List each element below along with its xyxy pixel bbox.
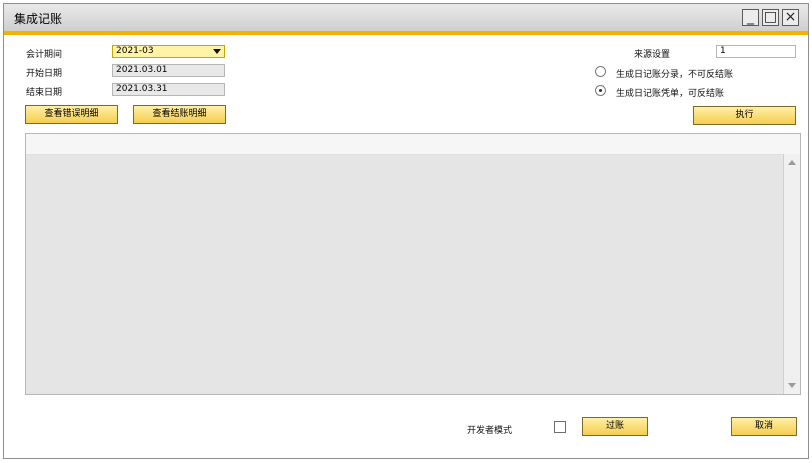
integration-posting-window: 集成记账 _ □ × 会计期间 2021-03 开始日期 2021.03.01 … (3, 3, 809, 459)
title-accent-bar (4, 31, 808, 35)
view-closing-button[interactable]: 查看结账明细 (133, 105, 226, 124)
radio-selected-dot (599, 89, 602, 92)
window-title: 集成记账 (14, 12, 63, 26)
developer-mode-checkbox[interactable] (554, 421, 566, 433)
title-bar: 集成记账 _ □ × (4, 4, 808, 31)
maximize-icon: □ (763, 9, 778, 25)
source-settings-label: 来源设置 (634, 50, 671, 60)
period-value: 2021-03 (116, 46, 154, 56)
period-label: 会计期间 (26, 50, 63, 60)
minimize-button[interactable]: _ (742, 9, 759, 26)
vertical-scrollbar[interactable] (783, 154, 800, 394)
chevron-down-icon[interactable] (213, 49, 221, 54)
start-date-field: 2021.03.01 (112, 64, 225, 77)
maximize-button[interactable]: □ (762, 9, 779, 26)
execute-button[interactable]: 执行 (693, 106, 796, 125)
option-entries-label: 生成日记账分录，不可反结账 (616, 70, 734, 80)
view-errors-button[interactable]: 查看错误明细 (25, 105, 118, 124)
scroll-up-icon[interactable] (788, 160, 796, 165)
source-settings-input[interactable]: 1 (716, 45, 796, 58)
start-date-label: 开始日期 (26, 69, 63, 79)
close-button[interactable]: × (782, 9, 799, 26)
end-date-label: 结束日期 (26, 88, 63, 98)
close-icon: × (784, 9, 797, 25)
results-grid (25, 133, 801, 395)
grid-header (26, 134, 800, 155)
radio-option-vouchers[interactable] (595, 85, 606, 96)
cancel-button[interactable]: 取消 (731, 417, 797, 436)
developer-mode-label: 开发者模式 (467, 426, 513, 436)
minimize-icon: _ (747, 9, 754, 25)
scroll-down-icon[interactable] (788, 383, 796, 388)
option-vouchers-label: 生成日记账凭单，可反结账 (616, 89, 725, 99)
period-dropdown[interactable]: 2021-03 (112, 45, 225, 58)
post-button[interactable]: 过账 (582, 417, 648, 436)
radio-option-entries[interactable] (595, 66, 606, 77)
end-date-field: 2021.03.31 (112, 83, 225, 96)
